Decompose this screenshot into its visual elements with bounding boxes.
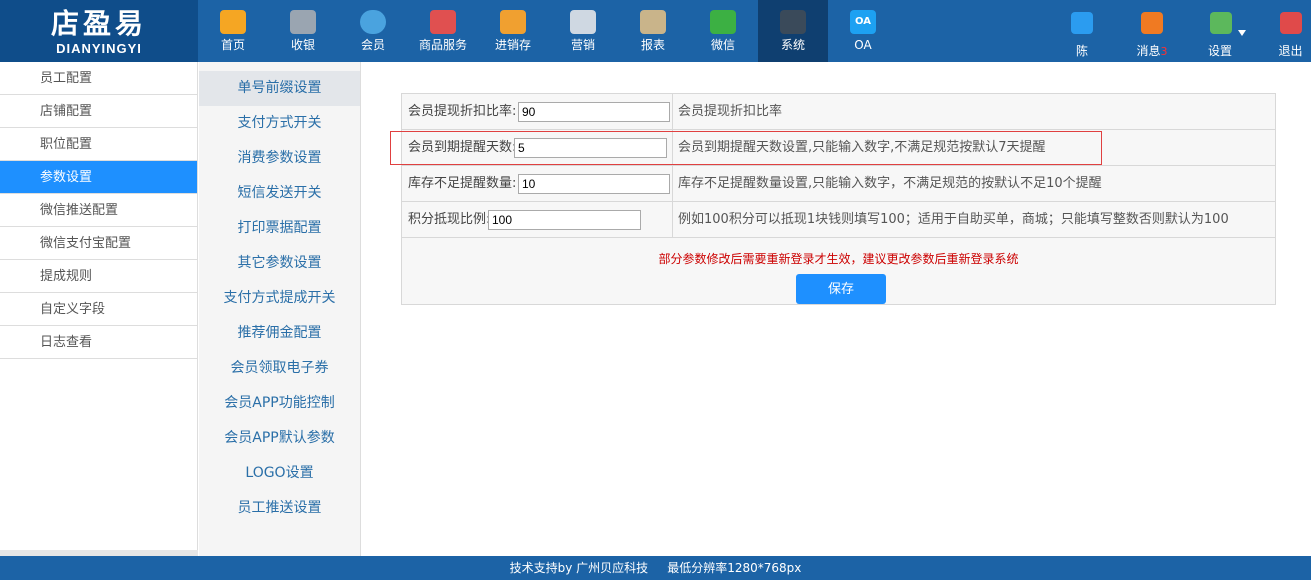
param-description: 例如100积分可以抵现1块钱则填写100；适用于自助买单，商城；只能填写整数否则… — [678, 212, 1229, 227]
megaphone-icon — [570, 10, 596, 34]
nav-label: 微信 — [710, 38, 735, 52]
nav-label: OA — [854, 38, 872, 52]
user-menu[interactable]: 陈 — [1062, 0, 1102, 62]
messages-button[interactable]: 消息3 — [1130, 0, 1174, 62]
member-icon — [360, 10, 386, 34]
messages-label: 消息 — [1136, 44, 1161, 58]
brand-logo[interactable]: 店盈易 DIANYINGYI — [0, 0, 198, 62]
nav-label: 商品服务 — [418, 38, 467, 52]
nav-home[interactable]: 首页 — [198, 0, 268, 62]
submenu-item-payment-switch[interactable]: 支付方式开关 — [199, 106, 360, 141]
nav-label: 首页 — [220, 38, 245, 52]
param-row-points-ratio: 积分抵现比例: 例如100积分可以抵现1块钱则填写100；适用于自助买单，商城；… — [402, 202, 1275, 238]
sidebar-item-store-config[interactable]: 店铺配置 — [0, 95, 197, 128]
sidebar-item-wechat-alipay[interactable]: 微信支付宝配置 — [0, 227, 197, 260]
cash-register-icon — [290, 10, 316, 34]
sidebar-item-log-view[interactable]: 日志查看 — [0, 326, 197, 359]
highlight-box — [390, 131, 1102, 165]
nav-wechat[interactable]: 微信 — [688, 0, 758, 62]
points-ratio-input[interactable] — [488, 210, 641, 230]
column-divider — [672, 94, 673, 129]
submenu-item-logo-settings[interactable]: LOGO设置 — [199, 456, 360, 491]
param-description: 会员提现折扣比率 — [678, 104, 783, 119]
submenu-item-staff-push[interactable]: 员工推送设置 — [199, 491, 360, 526]
sidebar-item-commission-rules[interactable]: 提成规则 — [0, 260, 197, 293]
messages-label-wrap: 消息3 — [1130, 42, 1174, 59]
home-icon — [220, 10, 246, 34]
submenu-item-referral-commission[interactable]: 推荐佣金配置 — [199, 316, 360, 351]
param-label: 积分抵现比例: — [408, 212, 491, 227]
submenu-item-order-prefix[interactable]: 单号前缀设置 — [199, 71, 360, 106]
oa-icon: OA — [850, 10, 876, 34]
column-divider — [672, 202, 673, 237]
withdraw-discount-input[interactable] — [518, 102, 670, 122]
goods-icon — [430, 10, 456, 34]
save-button[interactable]: 保存 — [796, 274, 886, 304]
nav-label: 进销存 — [494, 38, 531, 52]
footer-bar: 技术支持by 广州贝应科技 最低分辨率1280*768px — [0, 556, 1311, 580]
logout-button[interactable]: 退出 — [1270, 0, 1311, 62]
submenu-item-other-params[interactable]: 其它参数设置 — [199, 246, 360, 281]
nav-member[interactable]: 会员 — [338, 0, 408, 62]
settings-menu[interactable]: 设置 — [1200, 0, 1248, 62]
nav-system[interactable]: 系统 — [758, 0, 828, 62]
monitor-icon — [780, 10, 806, 34]
parameter-table: 会员提现折扣比率: 会员提现折扣比率 会员到期提醒天数: 会员到期提醒天数设置,… — [401, 93, 1276, 305]
message-count-badge: 3 — [1160, 45, 1168, 58]
submenu-item-consumption-params[interactable]: 消费参数设置 — [199, 141, 360, 176]
nav-label: 报表 — [640, 38, 665, 52]
param-description: 库存不足提醒数量设置,只能输入数字，不满足规范的按默认不足10个提醒 — [678, 176, 1102, 191]
left-sidebar: 员工配置 店铺配置 职位配置 参数设置 微信推送配置 微信支付宝配置 提成规则 … — [0, 62, 198, 556]
sidebar-item-position-config[interactable]: 职位配置 — [0, 128, 197, 161]
sidebar-item-wechat-push[interactable]: 微信推送配置 — [0, 194, 197, 227]
submenu-item-print-receipt[interactable]: 打印票据配置 — [199, 211, 360, 246]
nav-report[interactable]: 报表 — [618, 0, 688, 62]
column-divider — [672, 166, 673, 201]
bell-icon — [1141, 12, 1163, 34]
logo-chinese: 店盈易 — [50, 7, 147, 40]
nav-label: 营销 — [570, 38, 595, 52]
param-row-withdraw-discount: 会员提现折扣比率: 会员提现折扣比率 — [402, 94, 1275, 130]
settings-gear-icon — [1210, 12, 1232, 34]
settings-label: 设置 — [1207, 44, 1232, 58]
footer-text: 技术支持by 广州贝应科技 最低分辨率1280*768px — [509, 561, 802, 575]
top-navigation-bar: 店盈易 DIANYINGYI 首页 收银 会员 商品服务 进销存 营销 报表 微… — [0, 0, 1311, 62]
submenu-item-sms-switch[interactable]: 短信发送开关 — [199, 176, 360, 211]
user-name: 陈 — [1075, 44, 1088, 58]
nav-marketing[interactable]: 营销 — [548, 0, 618, 62]
nav-label: 收银 — [290, 38, 315, 52]
relogin-notice: 部分参数修改后需要重新登录才生效，建议更改参数后重新登录系统 — [658, 252, 1019, 266]
nav-label: 会员 — [360, 38, 385, 52]
user-icon — [1071, 12, 1093, 34]
sidebar-item-parameter-settings[interactable]: 参数设置 — [0, 161, 197, 194]
param-row-low-stock: 库存不足提醒数量: 库存不足提醒数量设置,只能输入数字，不满足规范的按默认不足1… — [402, 166, 1275, 202]
nav-inventory[interactable]: 进销存 — [478, 0, 548, 62]
inventory-icon — [500, 10, 526, 34]
report-icon — [640, 10, 666, 34]
form-footer: 部分参数修改后需要重新登录才生效，建议更改参数后重新登录系统 保存 — [402, 238, 1275, 304]
logo-english: DIANYINGYI — [56, 41, 142, 56]
submenu-item-payment-commission[interactable]: 支付方式提成开关 — [199, 281, 360, 316]
logout-icon — [1280, 12, 1302, 34]
dropdown-arrow-icon — [1238, 30, 1246, 36]
submenu-item-app-default-params[interactable]: 会员APP默认参数 — [199, 421, 360, 456]
sub-menu: 单号前缀设置 支付方式开关 消费参数设置 短信发送开关 打印票据配置 其它参数设… — [199, 62, 361, 556]
sidebar-item-employee-config[interactable]: 员工配置 — [0, 62, 197, 95]
submenu-item-app-feature-control[interactable]: 会员APP功能控制 — [199, 386, 360, 421]
param-label: 库存不足提醒数量: — [408, 176, 517, 191]
nav-cashier[interactable]: 收银 — [268, 0, 338, 62]
param-label: 会员提现折扣比率: — [408, 104, 517, 119]
low-stock-quantity-input[interactable] — [518, 174, 670, 194]
sidebar-item-custom-fields[interactable]: 自定义字段 — [0, 293, 197, 326]
logout-label: 退出 — [1278, 44, 1303, 58]
wechat-icon — [710, 10, 736, 34]
nav-goods[interactable]: 商品服务 — [408, 0, 478, 62]
nav-oa[interactable]: OA OA — [828, 0, 898, 62]
submenu-item-member-coupon[interactable]: 会员领取电子券 — [199, 351, 360, 386]
nav-label: 系统 — [780, 38, 805, 52]
